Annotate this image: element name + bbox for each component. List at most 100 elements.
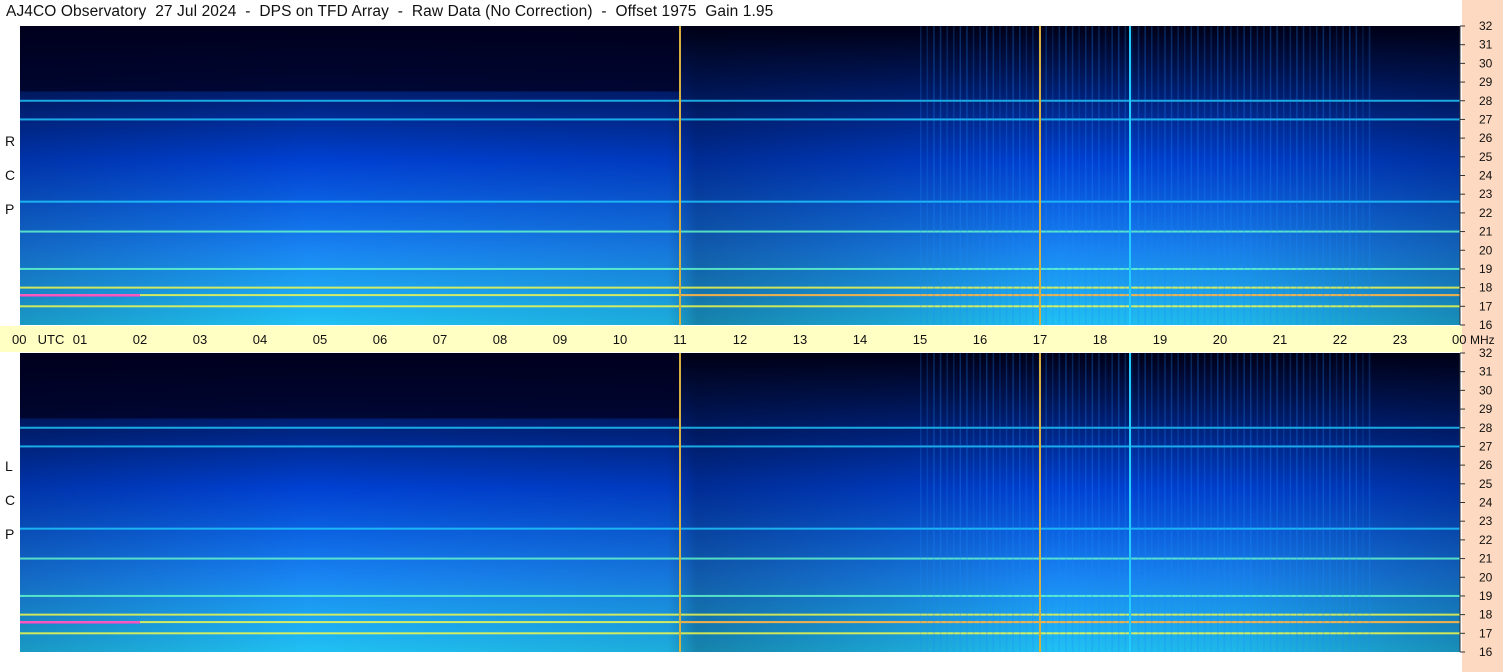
- burst-column: [1230, 26, 1232, 325]
- burst-column: [1025, 26, 1028, 325]
- burst-column: [972, 353, 975, 652]
- burst-column: [1012, 353, 1014, 652]
- burst-column: [1137, 353, 1140, 652]
- freq-tick-label: 26: [1479, 131, 1493, 145]
- burst-column: [920, 353, 922, 652]
- time-marker-line: [679, 26, 681, 325]
- burst-column: [1190, 353, 1193, 652]
- freq-tick-label: 24: [1479, 169, 1493, 183]
- burst-column: [1144, 26, 1146, 325]
- burst-column: [1111, 26, 1113, 325]
- burst-column: [1316, 353, 1318, 652]
- freq-tick-label: 26: [1479, 458, 1493, 472]
- freq-tick-label: 23: [1479, 187, 1493, 201]
- spectrogram-svg: 32 31 30 29 28 27 26 25 24 23 22 21 20 19 18 17 16 32 31 30…: [12, 19, 1495, 659]
- burst-column: [1190, 26, 1193, 325]
- burst-column: [1111, 353, 1113, 652]
- burst-column: [1283, 26, 1285, 325]
- burst-column: [1170, 353, 1173, 652]
- burst-column: [1005, 26, 1008, 325]
- burst-column: [1184, 26, 1186, 325]
- utc-tick-label: 01: [73, 332, 87, 347]
- freq-tick-label: 20: [1479, 243, 1493, 257]
- burst-column: [1289, 353, 1292, 652]
- freq-tick-label: 25: [1479, 477, 1493, 491]
- burst-column: [992, 26, 995, 325]
- burst-column: [986, 26, 988, 325]
- burst-column: [1349, 26, 1351, 325]
- utc-tick-label: 05: [313, 332, 327, 347]
- burst-column: [1177, 26, 1179, 325]
- burst-column: [992, 353, 995, 652]
- burst-column: [1296, 26, 1298, 325]
- burst-column: [1335, 26, 1338, 325]
- burst-column: [1025, 353, 1028, 652]
- burst-column: [1309, 353, 1311, 652]
- utc-tick-label: 13: [793, 332, 807, 347]
- freq-tick-label: 22: [1479, 206, 1493, 220]
- burst-column: [1276, 353, 1278, 652]
- burst-column: [1131, 353, 1133, 652]
- utc-tick-label: 03: [193, 332, 207, 347]
- freq-tick-label: 25: [1479, 150, 1493, 164]
- burst-column: [1164, 26, 1166, 325]
- burst-column: [1118, 26, 1120, 325]
- burst-column: [926, 26, 929, 325]
- freq-tick-label: 18: [1479, 281, 1493, 295]
- utc-tick-label: 19: [1153, 332, 1167, 347]
- burst-column: [999, 26, 1001, 325]
- burst-column: [1368, 26, 1371, 325]
- time-marker-line: [1039, 353, 1041, 652]
- utc-tick-label: 07: [433, 332, 447, 347]
- burst-column: [946, 26, 948, 325]
- burst-column: [953, 353, 955, 652]
- burst-column: [1184, 353, 1186, 652]
- burst-column: [1296, 353, 1298, 652]
- burst-column: [1071, 26, 1074, 325]
- utc-tick-label: 00: [1452, 332, 1466, 347]
- burst-column: [1263, 353, 1265, 652]
- burst-column: [1170, 26, 1173, 325]
- burst-column: [979, 26, 981, 325]
- burst-column: [1230, 353, 1232, 652]
- burst-column: [1085, 26, 1087, 325]
- burst-column: [1368, 353, 1371, 652]
- utc-tick-label: 06: [373, 332, 387, 347]
- burst-column: [1085, 353, 1087, 652]
- burst-column: [1078, 26, 1080, 325]
- freq-tick-label: 17: [1479, 299, 1493, 313]
- time-marker-line: [1129, 353, 1131, 652]
- burst-column: [1177, 353, 1179, 652]
- freq-tick-label: 24: [1479, 496, 1493, 510]
- burst-column: [1151, 353, 1153, 652]
- spectrogram-figure: AJ4CO Observatory 27 Jul 2024 - DPS on T…: [0, 0, 1503, 672]
- burst-column: [926, 353, 929, 652]
- burst-column: [939, 26, 942, 325]
- burst-column: [1289, 26, 1292, 325]
- burst-column: [1269, 353, 1272, 652]
- burst-column: [1243, 353, 1245, 652]
- burst-column: [1210, 353, 1212, 652]
- utc-tick-label: 18: [1093, 332, 1107, 347]
- burst-column: [953, 26, 955, 325]
- time-marker-line: [1039, 26, 1041, 325]
- utc-tick-label: 02: [133, 332, 147, 347]
- burst-column: [933, 353, 935, 652]
- burst-column: [1052, 26, 1054, 325]
- utc-tick-label: 16: [973, 332, 987, 347]
- burst-column: [1131, 26, 1133, 325]
- burst-column: [1151, 26, 1153, 325]
- burst-column: [920, 26, 922, 325]
- burst-column: [1124, 26, 1127, 325]
- freq-tick-label: 21: [1479, 552, 1493, 566]
- utc-tick-label: 23: [1393, 332, 1407, 347]
- interference-band-strong: [20, 621, 140, 624]
- burst-column: [1329, 353, 1331, 652]
- burst-column: [1045, 26, 1047, 325]
- freq-tick-label: 32: [1479, 346, 1493, 360]
- burst-column: [1104, 26, 1107, 325]
- burst-column: [1124, 353, 1127, 652]
- burst-column: [1309, 26, 1311, 325]
- burst-column: [1302, 26, 1305, 325]
- burst-column: [986, 353, 988, 652]
